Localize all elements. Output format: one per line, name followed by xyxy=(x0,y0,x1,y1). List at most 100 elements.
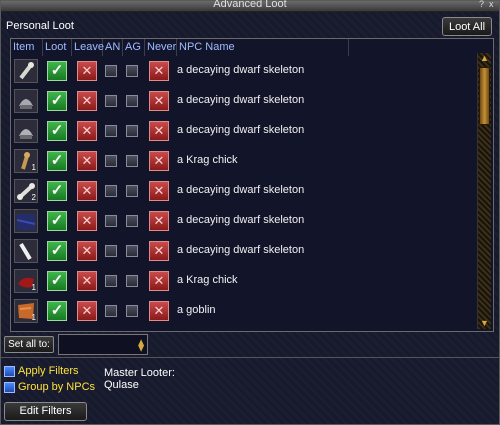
an-checkbox[interactable] xyxy=(105,125,117,137)
item-quantity: 2 xyxy=(31,193,36,202)
npc-name: a decaying dwarf skeleton xyxy=(177,64,305,76)
never-checkbox[interactable]: ✕ xyxy=(149,151,169,171)
bone-icon[interactable] xyxy=(14,59,38,83)
hide-icon[interactable]: 1 xyxy=(14,299,38,323)
leave-checkbox[interactable]: ✕ xyxy=(77,61,97,81)
column-header-never[interactable]: Never xyxy=(145,39,177,56)
leave-checkbox[interactable]: ✕ xyxy=(77,301,97,321)
never-checkbox[interactable]: ✕ xyxy=(149,211,169,231)
leave-checkbox[interactable]: ✕ xyxy=(77,271,97,291)
title-bar[interactable]: Advanced Loot ? x xyxy=(1,0,499,12)
npc-name: a Krag chick xyxy=(177,154,238,166)
an-checkbox[interactable] xyxy=(105,245,117,257)
loot-checkbox[interactable]: ✓ xyxy=(47,241,67,261)
ag-checkbox[interactable] xyxy=(126,125,138,137)
column-header-loot[interactable]: Loot xyxy=(43,39,72,56)
table-row: ✓ ✕ ✕ a decaying dwarf skeleton xyxy=(11,236,475,266)
leave-checkbox[interactable]: ✕ xyxy=(77,181,97,201)
never-checkbox[interactable]: ✕ xyxy=(149,241,169,261)
column-header-item[interactable]: Item xyxy=(11,39,43,56)
ag-checkbox[interactable] xyxy=(126,275,138,287)
npc-name: a decaying dwarf skeleton xyxy=(177,214,305,226)
item-quantity: 1 xyxy=(31,163,36,172)
loot-checkbox[interactable]: ✓ xyxy=(47,301,67,321)
helm-icon[interactable] xyxy=(14,119,38,143)
table-row: 1 ✓ ✕ ✕ a Krag chick xyxy=(11,266,475,296)
loot-checkbox[interactable]: ✓ xyxy=(47,151,67,171)
apply-filters-checkbox[interactable] xyxy=(4,366,15,377)
loot-all-button[interactable]: Loot All xyxy=(442,17,492,36)
ag-checkbox[interactable] xyxy=(126,305,138,317)
table-row: ✓ ✕ ✕ a decaying dwarf skeleton xyxy=(11,116,475,146)
ag-checkbox[interactable] xyxy=(126,185,138,197)
never-checkbox[interactable]: ✕ xyxy=(149,121,169,141)
an-checkbox[interactable] xyxy=(105,65,117,77)
ag-checkbox[interactable] xyxy=(126,65,138,77)
bone-icon[interactable]: 2 xyxy=(14,179,38,203)
master-looter-name: Qulase xyxy=(104,379,139,391)
loot-checkbox[interactable]: ✓ xyxy=(47,61,67,81)
loot-checkbox[interactable]: ✓ xyxy=(47,271,67,291)
helm-icon[interactable] xyxy=(14,89,38,113)
never-checkbox[interactable]: ✕ xyxy=(149,91,169,111)
personal-loot-label: Personal Loot xyxy=(6,20,74,32)
loot-checkbox[interactable]: ✓ xyxy=(47,211,67,231)
npc-name: a goblin xyxy=(177,304,216,316)
leave-checkbox[interactable]: ✕ xyxy=(77,241,97,261)
leave-checkbox[interactable]: ✕ xyxy=(77,91,97,111)
loot-checkbox[interactable]: ✓ xyxy=(47,91,67,111)
column-header-npc-name[interactable]: NPC Name xyxy=(177,39,349,56)
an-checkbox[interactable] xyxy=(105,275,117,287)
meat-icon[interactable]: 1 xyxy=(14,269,38,293)
bone-icon[interactable] xyxy=(14,239,38,263)
advanced-loot-window: Advanced Loot ? x Personal Loot Loot All… xyxy=(0,0,500,425)
apply-filters-label: Apply Filters xyxy=(18,365,79,377)
ag-checkbox[interactable] xyxy=(126,215,138,227)
ag-checkbox[interactable] xyxy=(126,155,138,167)
set-all-dropdown[interactable]: ⧫ xyxy=(58,334,148,355)
npc-name: a decaying dwarf skeleton xyxy=(177,184,305,196)
scroll-down-icon[interactable]: ▼ xyxy=(479,318,490,329)
an-checkbox[interactable] xyxy=(105,185,117,197)
group-by-npcs-toggle[interactable]: Group by NPCs xyxy=(4,381,99,395)
npc-name: a decaying dwarf skeleton xyxy=(177,244,305,256)
item-quantity: 1 xyxy=(31,313,36,322)
leave-checkbox[interactable]: ✕ xyxy=(77,121,97,141)
never-checkbox[interactable]: ✕ xyxy=(149,271,169,291)
apply-filters-toggle[interactable]: Apply Filters xyxy=(4,365,94,379)
edit-filters-button[interactable]: Edit Filters xyxy=(4,402,87,421)
leave-checkbox[interactable]: ✕ xyxy=(77,151,97,171)
set-all-button[interactable]: Set all to: xyxy=(4,336,54,353)
table-row: 1 ✓ ✕ ✕ a goblin xyxy=(11,296,475,326)
help-icon[interactable]: ? xyxy=(479,0,484,9)
list-scrollbar[interactable]: ▲ ▼ xyxy=(477,53,491,329)
leave-checkbox[interactable]: ✕ xyxy=(77,211,97,231)
close-icon[interactable]: x xyxy=(489,0,494,9)
npc-name: a Krag chick xyxy=(177,274,238,286)
an-checkbox[interactable] xyxy=(105,155,117,167)
loot-checkbox[interactable]: ✓ xyxy=(47,121,67,141)
group-by-npcs-checkbox[interactable] xyxy=(4,382,15,393)
scroll-up-icon[interactable]: ▲ xyxy=(479,53,490,64)
ag-checkbox[interactable] xyxy=(126,245,138,257)
ag-checkbox[interactable] xyxy=(126,95,138,107)
chevron-down-icon[interactable]: ⧫ xyxy=(138,338,144,352)
column-header-an[interactable]: AN xyxy=(103,39,123,56)
npc-name: a decaying dwarf skeleton xyxy=(177,94,305,106)
never-checkbox[interactable]: ✕ xyxy=(149,61,169,81)
an-checkbox[interactable] xyxy=(105,305,117,317)
cloth-icon[interactable] xyxy=(14,209,38,233)
master-looter-label: Master Looter: xyxy=(104,367,175,379)
an-checkbox[interactable] xyxy=(105,215,117,227)
never-checkbox[interactable]: ✕ xyxy=(149,181,169,201)
bone-icon[interactable]: 1 xyxy=(14,149,38,173)
scroll-thumb[interactable] xyxy=(479,67,490,125)
column-header-ag[interactable]: AG xyxy=(123,39,145,56)
table-row: ✓ ✕ ✕ a decaying dwarf skeleton xyxy=(11,206,475,236)
loot-checkbox[interactable]: ✓ xyxy=(47,181,67,201)
an-checkbox[interactable] xyxy=(105,95,117,107)
never-checkbox[interactable]: ✕ xyxy=(149,301,169,321)
group-by-npcs-label: Group by NPCs xyxy=(18,381,96,393)
divider xyxy=(1,357,499,358)
column-header-leave[interactable]: Leave xyxy=(72,39,104,56)
